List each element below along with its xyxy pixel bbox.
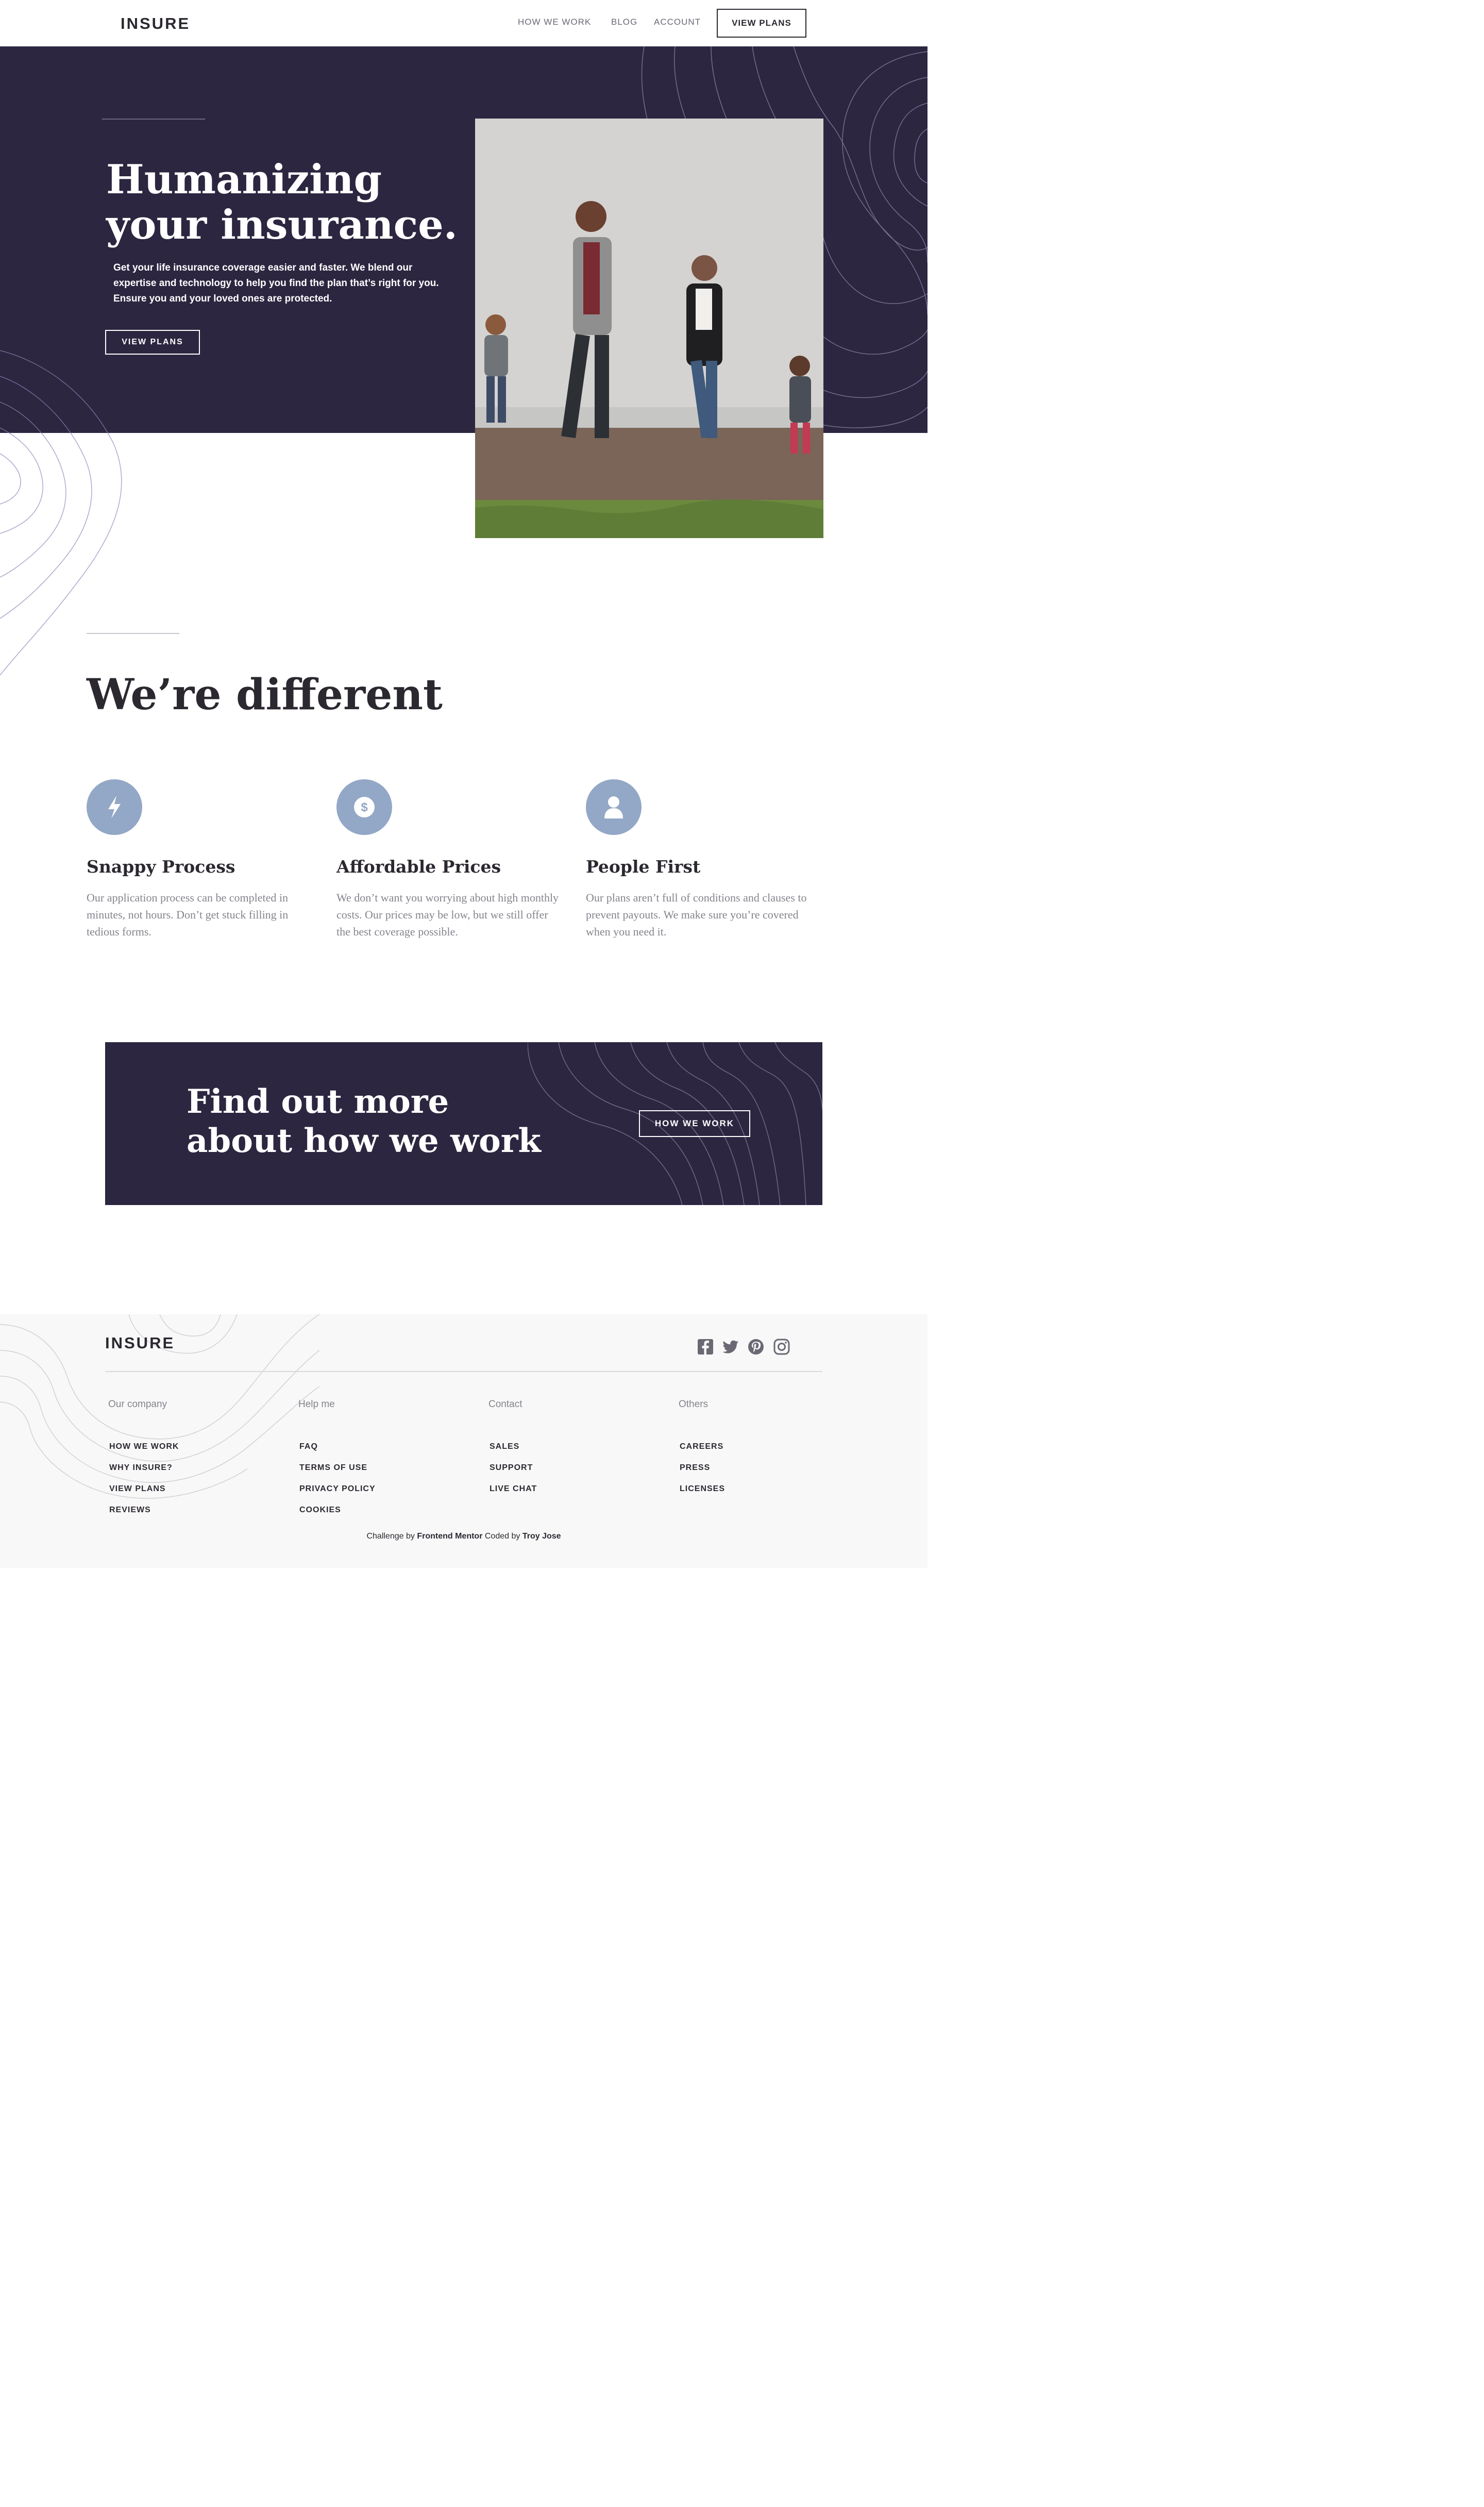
nav-how-we-work[interactable]: HOW WE WORK — [518, 17, 591, 27]
credit-mid: Coded by — [484, 1532, 520, 1541]
footer-heading-help: Help me — [298, 1399, 335, 1410]
nav-blog[interactable]: BLOG — [611, 17, 637, 27]
twitter-icon[interactable] — [722, 1338, 739, 1356]
nav-account[interactable]: ACCOUNT — [654, 17, 701, 27]
lightning-icon — [87, 779, 142, 835]
cta-title: Find out more about how we work — [187, 1082, 541, 1161]
footer-link-terms[interactable]: TERMS OF USE — [299, 1463, 367, 1473]
hero-title-line1: Humanizing — [106, 156, 382, 203]
feature-text-snappy: Our application process can be completed… — [87, 891, 289, 938]
footer-link-privacy[interactable]: PRIVACY POLICY — [299, 1484, 376, 1494]
view-plans-button[interactable]: VIEW PLANS — [717, 9, 806, 38]
footer-link-support[interactable]: SUPPORT — [490, 1463, 533, 1473]
footer-link-cookies[interactable]: COOKIES — [299, 1506, 341, 1515]
cta-banner: Find out more about how we work HOW WE W… — [105, 1042, 822, 1205]
hero-title: Humanizing your insurance. — [106, 157, 467, 248]
pinterest-icon[interactable] — [747, 1338, 765, 1356]
feature-text-affordable: We don’t want you worrying about high mo… — [336, 891, 559, 938]
hero-divider — [102, 119, 205, 120]
frontend-mentor-link[interactable]: Frontend Mentor — [417, 1532, 482, 1541]
credit-prefix: Challenge by — [366, 1532, 415, 1541]
footer-link-live-chat[interactable]: LIVE CHAT — [490, 1484, 537, 1494]
footer-heading-others: Others — [679, 1399, 709, 1410]
hero-title-line2: your insurance. — [106, 202, 458, 248]
different-title: We’re different — [87, 670, 443, 720]
cta-title-line1: Find out more — [187, 1082, 449, 1121]
hero-text: Get your life insurance coverage easier … — [113, 262, 439, 304]
different-divider — [87, 633, 179, 634]
feature-title-affordable: Affordable Prices — [336, 857, 501, 877]
author-link[interactable]: Troy Jose — [522, 1532, 561, 1541]
footer-link-how-we-work[interactable]: HOW WE WORK — [109, 1442, 179, 1451]
person-icon — [586, 779, 642, 835]
facebook-icon[interactable] — [697, 1338, 714, 1356]
logo[interactable]: INSURE — [121, 14, 190, 33]
footer-heading-contact: Contact — [488, 1399, 522, 1410]
dollar-icon: $ — [336, 779, 392, 835]
footer-link-faq[interactable]: FAQ — [299, 1442, 318, 1451]
svg-text:$: $ — [361, 800, 368, 814]
site-header: INSURE HOW WE WORK BLOG ACCOUNT VIEW PLA… — [0, 0, 927, 46]
footer-logo[interactable]: INSURE — [105, 1334, 175, 1352]
cta-title-line2: about how we work — [187, 1122, 541, 1160]
footer-link-view-plans[interactable]: VIEW PLANS — [109, 1484, 166, 1494]
footer-link-press[interactable]: PRESS — [680, 1463, 710, 1473]
feature-text-people: Our plans aren’t full of conditions and … — [586, 891, 807, 938]
footer-divider — [105, 1371, 822, 1372]
footer-link-reviews[interactable]: REVIEWS — [109, 1506, 151, 1515]
footer-heading-company: Our company — [108, 1399, 167, 1410]
feature-title-snappy: Snappy Process — [87, 857, 235, 877]
footer-link-licenses[interactable]: LICENSES — [680, 1484, 725, 1494]
site-footer: INSURE Our company HOW WE WORK WHY INSUR… — [0, 1314, 927, 1568]
attribution: Challenge by Frontend Mentor Coded by Tr… — [0, 1532, 927, 1541]
family-photo-illustration — [475, 119, 823, 538]
how-we-work-button[interactable]: HOW WE WORK — [639, 1110, 750, 1137]
family-photo — [475, 119, 823, 538]
topography-pattern-left — [0, 350, 122, 676]
feature-title-people: People First — [586, 857, 701, 877]
footer-link-sales[interactable]: SALES — [490, 1442, 519, 1451]
footer-link-careers[interactable]: CAREERS — [680, 1442, 723, 1451]
footer-link-why-insure[interactable]: WHY INSURE? — [109, 1463, 173, 1473]
instagram-icon[interactable] — [773, 1338, 790, 1356]
